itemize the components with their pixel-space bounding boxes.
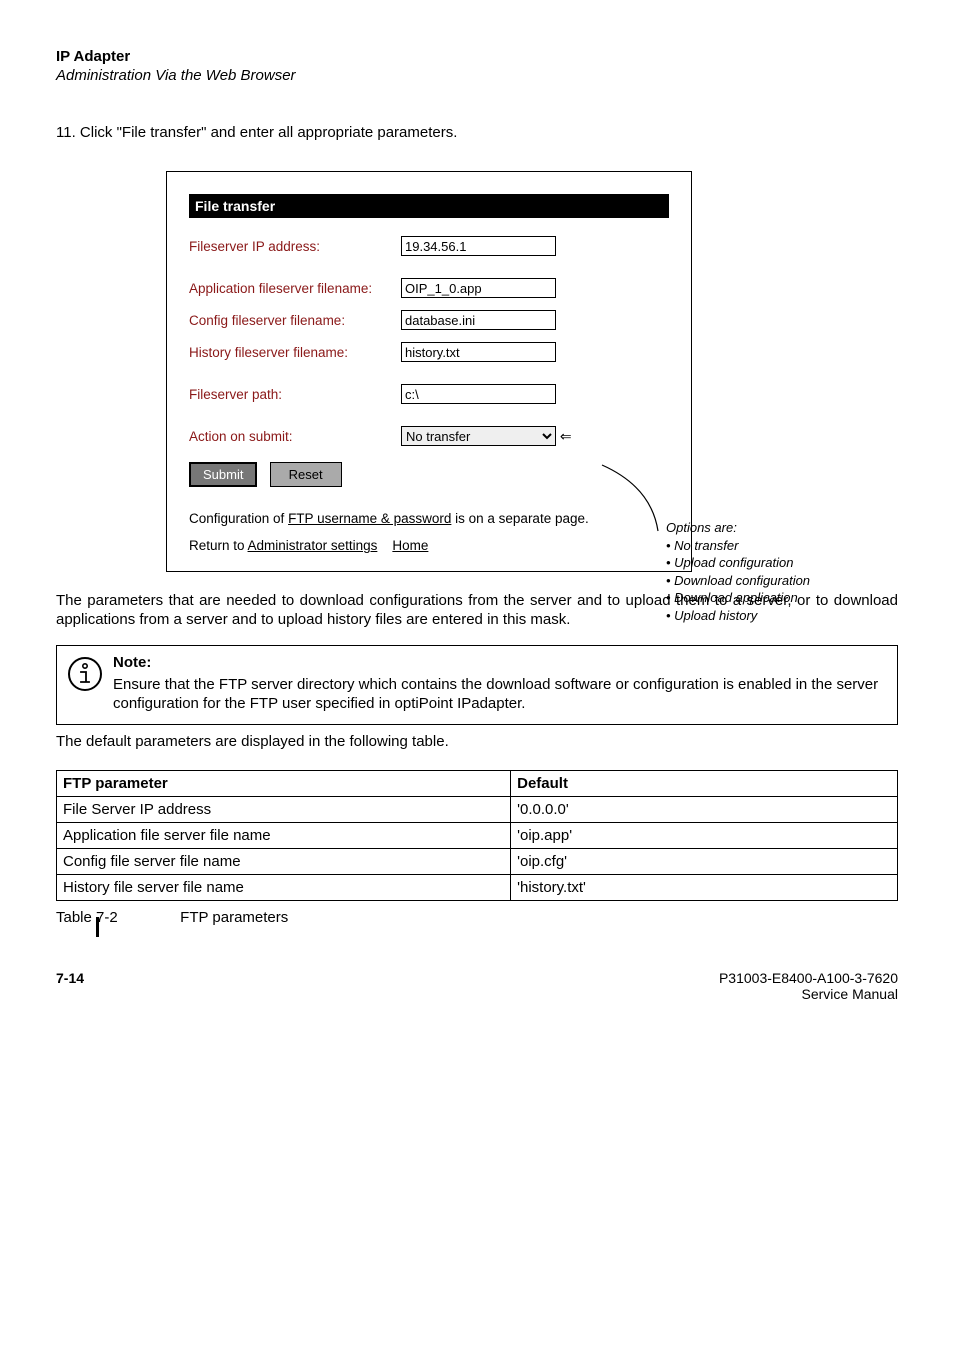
fileserver-path-label: Fileserver path:: [189, 387, 401, 402]
page-number: 7-14: [56, 970, 84, 1002]
cell-default: 'oip.cfg': [511, 848, 898, 874]
return-prefix: Return to: [189, 538, 248, 553]
callout-curve-icon: [598, 461, 670, 533]
table-caption: Table 7-2 FTP parameters: [56, 909, 898, 926]
options-item: Upload history: [674, 608, 757, 623]
fileserver-ip-label: Fileserver IP address:: [189, 239, 401, 254]
section-title: File transfer: [189, 194, 669, 218]
form-panel-container: File transfer Fileserver IP address: App…: [166, 171, 898, 572]
note-text: Ensure that the FTP server directory whi…: [113, 676, 887, 714]
product-title: IP Adapter: [56, 48, 898, 65]
note-box: Note: Ensure that the FTP server directo…: [56, 645, 898, 725]
cell-param: Config file server file name: [57, 848, 511, 874]
action-select[interactable]: No transfer: [401, 426, 556, 446]
doc-id: P31003-E8400-A100-3-7620: [719, 970, 898, 986]
table-header-row: FTP parameter Default: [57, 770, 898, 796]
caption-label: Table 7-2: [56, 909, 176, 926]
options-item: Upload configuration: [674, 555, 793, 570]
caption-text: FTP parameters: [180, 909, 288, 926]
page-header: IP Adapter Administration Via the Web Br…: [56, 48, 898, 84]
options-legend: Options are: • No transfer • Upload conf…: [666, 519, 906, 624]
reset-button[interactable]: Reset: [270, 462, 342, 487]
history-file-label: History fileserver filename:: [189, 345, 401, 360]
cell-default: '0.0.0.0': [511, 796, 898, 822]
ftp-params-table: FTP parameter Default File Server IP add…: [56, 770, 898, 901]
options-item: Download configuration: [674, 573, 810, 588]
table-row: Application file server file name 'oip.a…: [57, 822, 898, 848]
fileserver-ip-input[interactable]: [401, 236, 556, 256]
product-subtitle: Administration Via the Web Browser: [56, 67, 898, 84]
options-callout: Options are: • No transfer • Upload conf…: [666, 519, 906, 624]
col-default-header: Default: [511, 770, 898, 796]
app-file-input[interactable]: [401, 278, 556, 298]
config-file-label: Config fileserver filename:: [189, 313, 401, 328]
ftp-credentials-link[interactable]: FTP username & password: [288, 511, 451, 526]
doc-info: P31003-E8400-A100-3-7620 Service Manual: [719, 970, 898, 1002]
config-file-input[interactable]: [401, 310, 556, 330]
admin-settings-link[interactable]: Administrator settings: [248, 538, 378, 553]
doc-type: Service Manual: [719, 986, 898, 1002]
defaults-intro: The default parameters are displayed in …: [56, 733, 898, 750]
table-row: File Server IP address '0.0.0.0': [57, 796, 898, 822]
options-item: Download application: [674, 590, 798, 605]
page-footer: 7-14 P31003-E8400-A100-3-7620 Service Ma…: [56, 970, 898, 1002]
note-title: Note:: [113, 654, 887, 673]
cell-default: 'oip.app': [511, 822, 898, 848]
step-number: 11.: [56, 124, 76, 141]
change-bar-icon: [96, 917, 99, 937]
return-links: Return to Administrator settings Home: [189, 538, 669, 553]
config-note: Configuration of FTP username & password…: [189, 511, 669, 526]
cell-param: Application file server file name: [57, 822, 511, 848]
col-param-header: FTP parameter: [57, 770, 511, 796]
table-row: History file server file name 'history.t…: [57, 874, 898, 900]
home-link[interactable]: Home: [392, 538, 428, 553]
config-note-suffix: is on a separate page.: [451, 511, 588, 526]
step-text: Click "File transfer" and enter all appr…: [80, 124, 457, 141]
cell-param: File Server IP address: [57, 796, 511, 822]
step-instruction: 11. Click "File transfer" and enter all …: [56, 124, 898, 141]
config-note-prefix: Configuration of: [189, 511, 288, 526]
history-file-input[interactable]: [401, 342, 556, 362]
cell-param: History file server file name: [57, 874, 511, 900]
info-icon: [67, 656, 103, 714]
options-title: Options are:: [666, 520, 737, 535]
options-item: No transfer: [674, 538, 738, 553]
app-file-label: Application fileserver filename:: [189, 281, 401, 296]
action-label: Action on submit:: [189, 429, 401, 444]
callout-pointer-icon: ⇐: [556, 426, 572, 446]
fileserver-path-input[interactable]: [401, 384, 556, 404]
cell-default: 'history.txt': [511, 874, 898, 900]
note-body: Note: Ensure that the FTP server directo…: [113, 654, 887, 714]
table-row: Config file server file name 'oip.cfg': [57, 848, 898, 874]
button-row: Submit Reset: [189, 462, 669, 487]
submit-button[interactable]: Submit: [189, 462, 257, 487]
